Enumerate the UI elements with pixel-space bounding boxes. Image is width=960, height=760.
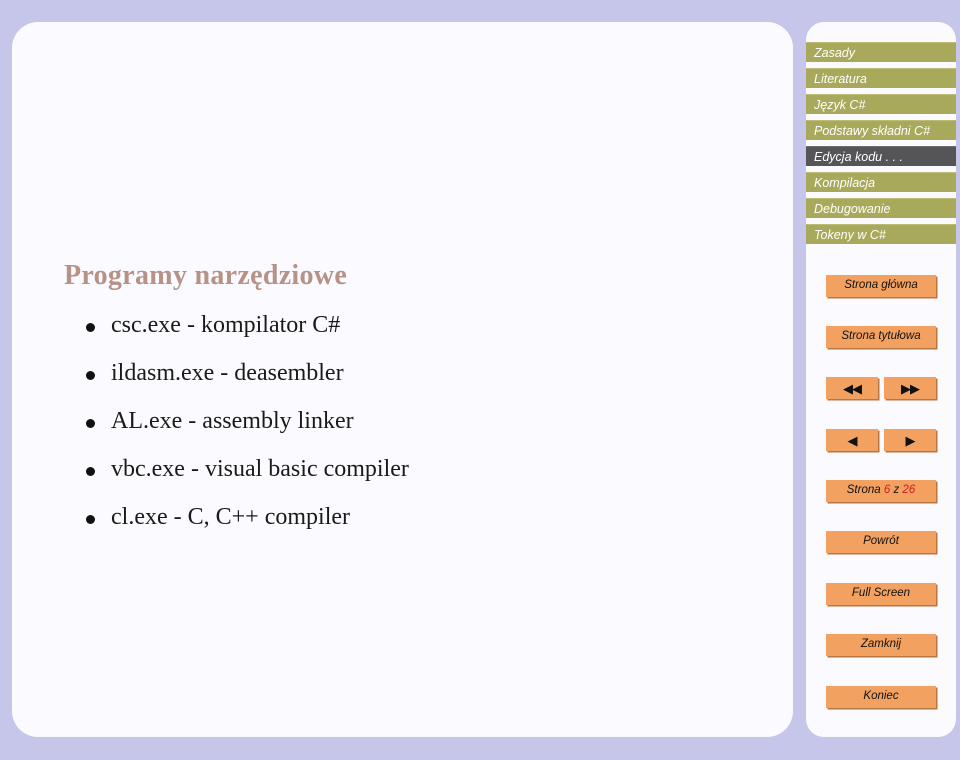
close-button[interactable]: Zamknij: [826, 634, 936, 656]
sidebar-item-edycja-kodu[interactable]: Edycja kodu . . .: [806, 146, 956, 166]
page-counter-total: 26: [902, 484, 916, 497]
sidebar-item-podstawy-skladni[interactable]: Podstawy składni C#: [806, 120, 956, 140]
sidebar-item-literatura[interactable]: Literatura: [806, 68, 956, 88]
list-item: ildasm.exe - deasembler: [84, 360, 764, 387]
page-title: Programy narzędziowe: [64, 260, 348, 291]
page-counter-separator: z: [893, 484, 900, 497]
list-item: cl.exe - C, C++ compiler: [84, 504, 764, 531]
first-page-button[interactable]: ◀◀: [826, 377, 878, 399]
sidebar-item-zasady[interactable]: Zasady: [806, 42, 956, 62]
page-counter-word: Strona: [846, 484, 881, 497]
fullscreen-button[interactable]: Full Screen: [826, 583, 936, 605]
list-item: csc.exe - kompilator C#: [84, 312, 764, 339]
page-counter-current: 6: [883, 484, 891, 497]
sidebar-item-kompilacja[interactable]: Kompilacja: [806, 172, 956, 192]
last-page-button[interactable]: ▶▶: [884, 377, 936, 399]
left-arrow-icon: ◀: [847, 432, 858, 448]
sidebar-item-debugowanie[interactable]: Debugowanie: [806, 198, 956, 218]
double-left-arrow-icon: ◀◀: [843, 380, 862, 396]
page-counter[interactable]: Strona 6 z 26: [826, 480, 936, 502]
list-item: AL.exe - assembly linker: [84, 408, 764, 435]
next-page-button[interactable]: ▶: [884, 429, 936, 451]
sidebar-item-jezyk-csharp[interactable]: Język C#: [806, 94, 956, 114]
sidebar-panel: Zasady Literatura Język C# Podstawy skła…: [806, 22, 956, 737]
sidebar-item-tokeny-csharp[interactable]: Tokeny w C#: [806, 224, 956, 244]
double-right-arrow-icon: ▶▶: [901, 380, 920, 396]
bullet-list: csc.exe - kompilator C# ildasm.exe - dea…: [84, 312, 764, 552]
back-button[interactable]: Powrót: [826, 531, 936, 553]
home-page-button[interactable]: Strona główna: [826, 275, 936, 297]
list-item: vbc.exe - visual basic compiler: [84, 456, 764, 483]
section-navigation: Zasady Literatura Język C# Podstawy skła…: [806, 42, 956, 250]
previous-page-button[interactable]: ◀: [826, 429, 878, 451]
end-button[interactable]: Koniec: [826, 686, 936, 708]
title-page-button[interactable]: Strona tytułowa: [826, 326, 936, 348]
right-arrow-icon: ▶: [905, 432, 916, 448]
slide-panel: Programy narzędziowe csc.exe - kompilato…: [12, 22, 793, 737]
